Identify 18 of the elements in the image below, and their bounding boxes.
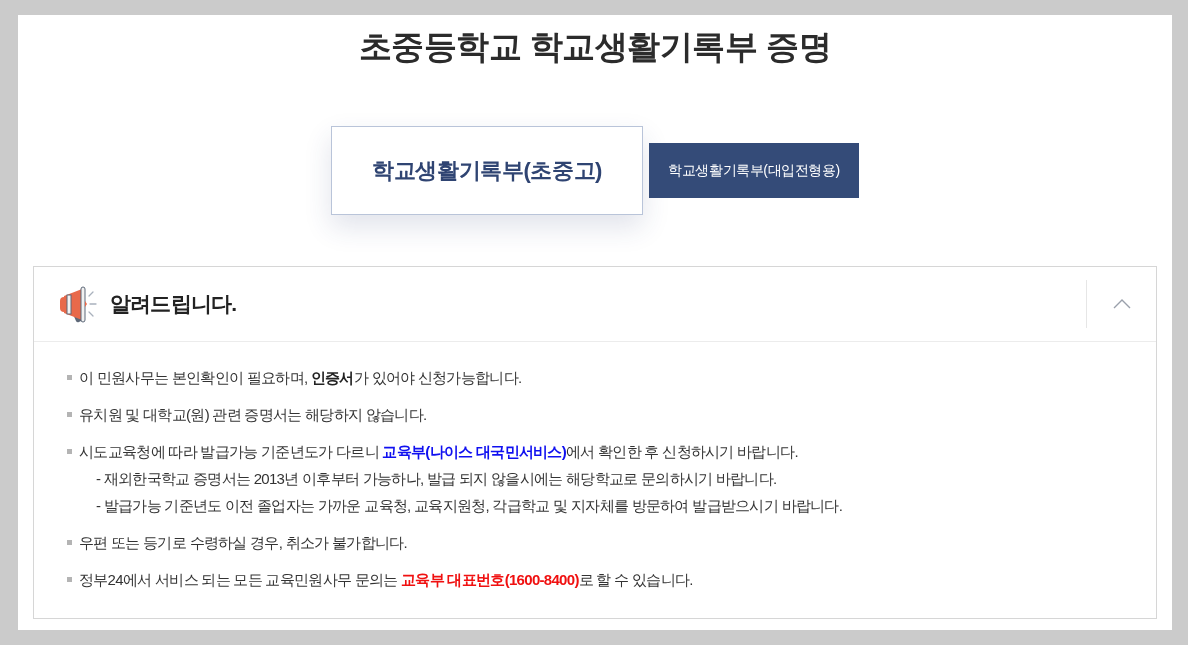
service-link[interactable]: 교육부(나이스 대국민서비스): [382, 443, 566, 460]
bullet-icon: [67, 375, 72, 380]
record-tab[interactable]: 학교생활기록부(초중고): [331, 126, 644, 215]
page-title: 초중등학교 학교생활기록부 증명: [358, 27, 832, 67]
notice-text: 이 민원사무는 본인확인이 필요하며, 인증서가 있어야 신청가능합니다.: [79, 368, 523, 388]
record-tab[interactable]: 학교생활기록부(대입전형용): [649, 143, 859, 198]
bullet-icon: [67, 412, 72, 417]
bullet-icon: [67, 540, 72, 545]
notice-note: - 발급가능 기준년도 이전 졸업자는 가까운 교육청, 교육지원청, 각급학교 및 지자체를 방문하여 발급받으시기 바랍니다.: [95, 496, 844, 516]
bullet-icon: [67, 449, 72, 454]
notice-text: 시도교육청에 따라 발급가능 기준년도가 다르니 교육부(나이스 대국민서비스)에서 확인한 후 신청하시기 바랍니다.: [79, 442, 799, 462]
notice-text: 유치원 및 대학교(원) 관련 증명서는 해당하지 않습니다.: [79, 405, 428, 425]
notice-text: 우편 또는 등기로 수령하실 경우, 취소가 불가합니다.: [79, 533, 409, 553]
bullet-icon: [67, 577, 72, 582]
notice-title: 알려드립니다.: [110, 291, 237, 317]
chevron-icon: [1112, 299, 1131, 309]
notice-text: 정부24에서 서비스 되는 모든 교육민원사무 문의는 교육부 대표번호(1600-8400)로 할 수 있습니다.: [79, 570, 694, 590]
notice-note: - 재외한국학교 증명서는 2013년 이후부터 가능하나, 발급 되지 않을시에는 해당학교로 문의하시기 바랍니다.: [95, 469, 778, 489]
